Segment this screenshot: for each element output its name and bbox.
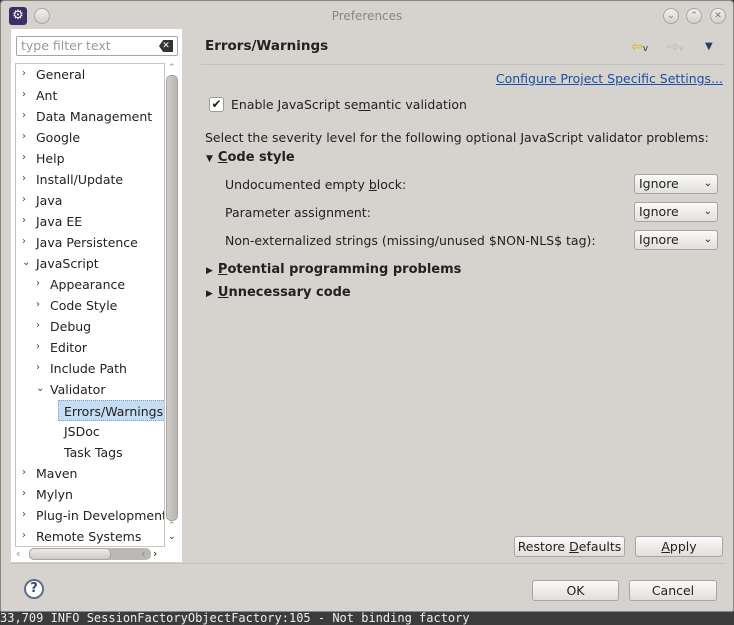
tree-item[interactable]: Java EE [36, 211, 82, 232]
tree-item[interactable]: Help [36, 148, 65, 169]
collapsed-arrow-icon[interactable]: › [22, 152, 26, 163]
collapsed-arrow-icon[interactable]: › [22, 488, 26, 499]
close-button[interactable]: ✕ [710, 8, 726, 24]
ok-button[interactable]: OK [532, 580, 619, 601]
collapsed-arrow-icon[interactable]: › [22, 173, 26, 184]
scroll-up-icon[interactable]: ⌃ [168, 63, 176, 73]
collapsed-arrow-icon[interactable]: › [22, 215, 26, 226]
collapsed-arrow-icon[interactable]: › [36, 278, 40, 289]
collapsed-arrow-icon[interactable]: › [22, 467, 26, 478]
collapsed-arrow-icon[interactable]: › [22, 236, 26, 247]
collapsed-arrow-icon[interactable]: › [36, 341, 40, 352]
section-toggle[interactable]: ▶ Potential programming problems [206, 262, 461, 277]
help-icon[interactable]: ? [24, 579, 44, 599]
chevron-down-icon: ⌄ [703, 206, 712, 217]
scroll-thumb[interactable] [166, 75, 178, 521]
tree-item[interactable]: Appearance [50, 274, 125, 295]
tree-item[interactable]: Maven [36, 463, 77, 484]
collapsed-arrow-icon: ▶ [206, 266, 213, 276]
enable-validation-label: Enable JavaScript semantic validation [231, 97, 467, 112]
severity-dropdown[interactable]: Ignore ⌄ [634, 230, 718, 250]
page-title: Errors/Warnings [205, 38, 329, 54]
apply-button[interactable]: Apply [635, 536, 723, 557]
tree-item[interactable]: Debug [50, 316, 91, 337]
tree-item[interactable]: Include Path [50, 358, 127, 379]
filter-placeholder: type filter text [21, 38, 111, 53]
chevron-down-icon: ⌄ [703, 178, 712, 189]
chevron-down-icon: ⌄ [703, 234, 712, 245]
collapsed-arrow-icon[interactable]: › [22, 131, 26, 142]
collapsed-arrow-icon[interactable]: › [22, 68, 26, 79]
restore-defaults-button[interactable]: Restore Defaults [514, 536, 625, 557]
collapsed-arrow-icon[interactable]: › [22, 530, 26, 541]
expanded-arrow-icon[interactable]: ⌄ [22, 257, 30, 268]
collapsed-arrow-icon: ▶ [206, 289, 213, 299]
tree-item[interactable]: Google [36, 127, 80, 148]
collapsed-arrow-icon[interactable]: › [22, 194, 26, 205]
collapsed-arrow-icon[interactable]: › [22, 509, 26, 520]
tree-item[interactable]: General [36, 64, 85, 85]
collapsed-arrow-icon[interactable]: › [36, 362, 40, 373]
background-console-text: 33,709 INFO SessionFactoryObjectFactory:… [0, 611, 470, 625]
divider [11, 563, 725, 564]
severity-dropdown[interactable]: Ignore ⌄ [634, 202, 718, 222]
expanded-arrow-icon[interactable]: ⌄ [36, 383, 44, 394]
tree-item[interactable]: Mylyn [36, 484, 73, 505]
configure-project-settings-link[interactable]: Configure Project Specific Settings... [496, 71, 723, 86]
tree-vertical-scrollbar[interactable]: ⌃ ⌃ ⌄ [165, 63, 179, 547]
back-arrow-icon[interactable]: ⇦v [631, 39, 648, 55]
scroll-left-icon[interactable]: ‹ [16, 547, 20, 560]
instructions-text: Select the severity level for the follow… [205, 130, 709, 145]
view-menu-icon[interactable]: ▼ [705, 41, 713, 52]
option-label: Undocumented empty block: [225, 177, 407, 192]
tree-item[interactable]: Java [36, 190, 62, 211]
preference-tree[interactable]: › General › Ant › Data Management › Google › Help… [15, 63, 165, 547]
divider [201, 64, 725, 65]
forward-arrow-icon[interactable]: ⇨v [667, 39, 684, 55]
option-label: Non-externalized strings (missing/unused… [225, 233, 596, 248]
collapsed-arrow-icon[interactable]: › [22, 89, 26, 100]
tree-horizontal-scrollbar[interactable]: ‹ ‹ › [15, 547, 179, 561]
tree-item[interactable]: Validator [50, 379, 105, 400]
tree-item[interactable]: Data Management [36, 106, 152, 127]
tree-item[interactable]: Install/Update [36, 169, 123, 190]
tree-item[interactable]: JSDoc [64, 421, 100, 442]
minimize-button[interactable]: ⌄ [663, 8, 679, 24]
clear-filter-icon[interactable]: ✕ [159, 40, 173, 52]
collapsed-arrow-icon[interactable]: › [22, 110, 26, 121]
window-title: Preferences [331, 9, 403, 23]
expanded-arrow-icon: ▼ [206, 154, 213, 164]
collapsed-arrow-icon[interactable]: › [36, 299, 40, 310]
enable-validation-checkbox[interactable]: ✔ [209, 97, 224, 112]
tree-item[interactable]: JavaScript [36, 253, 99, 274]
tree-item[interactable]: Ant [36, 85, 57, 106]
maximize-button[interactable]: ⌃ [686, 8, 702, 24]
tree-item[interactable]: Plug-in Development [36, 505, 164, 526]
tree-item[interactable]: Editor [50, 337, 87, 358]
cancel-button[interactable]: Cancel [629, 580, 717, 601]
section-toggle[interactable]: ▶ Unnecessary code [206, 285, 351, 300]
scroll-thumb[interactable] [29, 548, 111, 560]
severity-dropdown[interactable]: Ignore ⌄ [634, 174, 718, 194]
option-label: Parameter assignment: [225, 205, 371, 220]
tree-item[interactable]: Java Persistence [36, 232, 138, 253]
scroll-right-icon[interactable]: › [153, 547, 157, 560]
collapsed-arrow-icon[interactable]: › [36, 320, 40, 331]
preferences-dialog: ⚙ Preferences ⌄ ⌃ ✕ type filter text ✕ › G… [0, 0, 734, 612]
tree-item[interactable]: Remote Systems [36, 526, 141, 546]
tree-item[interactable]: Task Tags [64, 442, 123, 463]
scroll-left-icon[interactable]: ‹ [141, 547, 145, 560]
section-toggle[interactable]: ▼ Code style [206, 150, 295, 165]
filter-input[interactable]: type filter text ✕ [16, 36, 178, 56]
scroll-up-icon[interactable]: ⌃ [168, 521, 176, 531]
tree-item[interactable]: Errors/Warnings [58, 400, 164, 421]
tree-item[interactable]: Code Style [50, 295, 117, 316]
scroll-down-icon[interactable]: ⌄ [168, 532, 176, 542]
